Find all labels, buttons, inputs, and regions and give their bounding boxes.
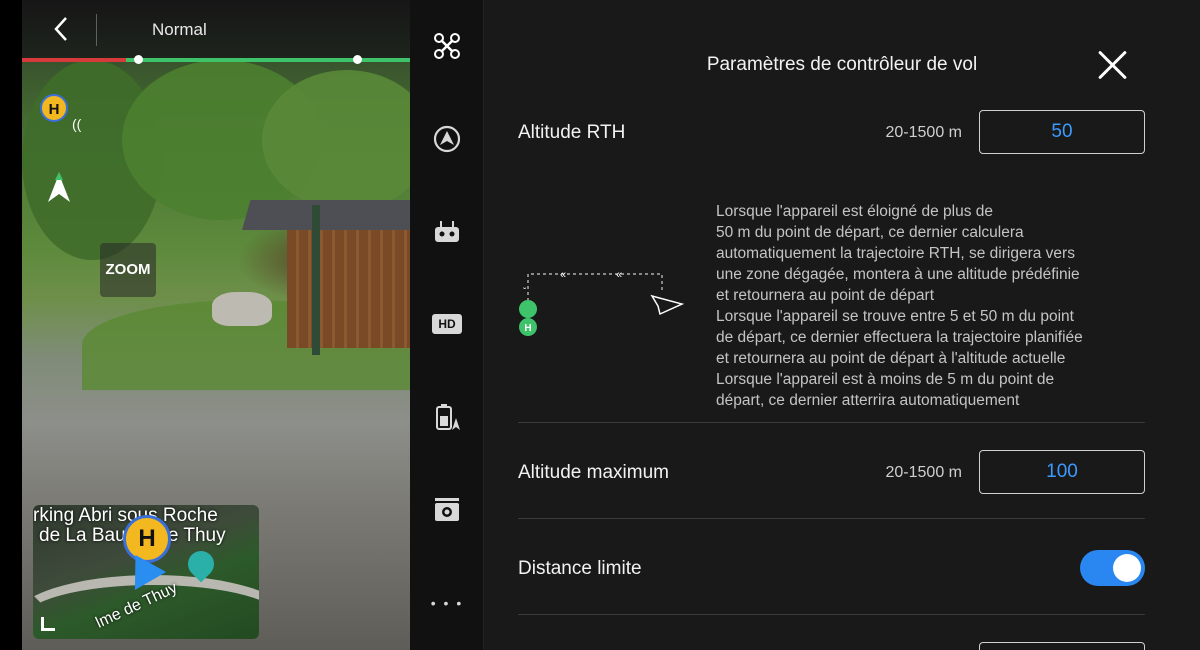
hut-roof bbox=[242, 200, 410, 230]
camera-top-bar bbox=[22, 0, 410, 60]
distance-limit-label: Distance limite bbox=[518, 558, 642, 579]
toolbar-hd-transmission[interactable]: HD bbox=[410, 299, 484, 349]
camera-settings-icon bbox=[435, 498, 459, 521]
section-divider bbox=[518, 422, 1145, 423]
next-setting-input[interactable] bbox=[979, 642, 1145, 650]
flight-controller-settings-panel: Paramètres de contrôleur de vol Altitude… bbox=[484, 0, 1200, 650]
svg-text:«: « bbox=[560, 269, 566, 281]
toolbar-remote-controller[interactable] bbox=[410, 207, 484, 257]
rth-description-line: départ, ce dernier atterrira automatique… bbox=[716, 392, 1020, 409]
minimap[interactable]: rking Abri sous Roche de La Baume de Thu… bbox=[33, 505, 259, 639]
toolbar-aircraft[interactable] bbox=[410, 21, 484, 71]
rock bbox=[212, 292, 272, 326]
chevron-left-icon bbox=[54, 17, 67, 41]
toolbar-battery[interactable] bbox=[410, 392, 484, 442]
signal-icon: (( bbox=[72, 116, 82, 132]
paper-plane-icon bbox=[650, 294, 685, 316]
rth-description-line: Lorsque l'appareil se trouve entre 5 et … bbox=[716, 308, 1074, 325]
max-altitude-input[interactable] bbox=[979, 450, 1145, 494]
aircraft-direction-icon bbox=[48, 172, 70, 202]
barrier-post bbox=[312, 205, 320, 355]
zoom-button[interactable]: ZOOM bbox=[100, 243, 156, 297]
toggle-knob bbox=[1113, 554, 1141, 582]
rth-description-line: 50 m du point de départ, ce dernier calc… bbox=[716, 224, 1024, 241]
back-button[interactable] bbox=[52, 14, 70, 44]
section-divider bbox=[518, 518, 1145, 519]
panel-title: Paramètres de contrôleur de vol bbox=[706, 54, 978, 75]
toolbar-obstacle-sensing[interactable] bbox=[410, 114, 484, 164]
expand-map-icon[interactable] bbox=[41, 617, 55, 631]
max-altitude-label: Altitude maximum bbox=[518, 462, 669, 483]
svg-text:ˇ: ˇ bbox=[523, 286, 527, 298]
rth-description-line: automatiquement la trajectoire RTH, se d… bbox=[716, 245, 1075, 262]
rth-altitude-label: Altitude RTH bbox=[518, 122, 626, 143]
close-button[interactable] bbox=[1096, 48, 1130, 82]
status-track-marker bbox=[353, 55, 362, 64]
rth-description-line: Lorsque l'appareil est à moins de 5 m du… bbox=[716, 371, 1055, 388]
hut-wall bbox=[287, 230, 410, 348]
rth-description-line: Lorsque l'appareil est éloigné de plus d… bbox=[716, 203, 993, 220]
rth-description-line: une zone dégagée, montera à une altitude… bbox=[716, 266, 1080, 283]
max-altitude-range: 20-1500 m bbox=[885, 464, 963, 481]
distance-limit-toggle[interactable] bbox=[1080, 550, 1145, 586]
obstacle-sensing-icon bbox=[433, 125, 461, 153]
rth-description-line: de départ, ce dernier effectuera la traj… bbox=[716, 329, 1083, 346]
top-bar-divider bbox=[96, 14, 97, 46]
settings-toolbar: HD • • • bbox=[410, 0, 484, 650]
rth-description-line: et retournera au point de départ à l'alt… bbox=[716, 350, 1066, 367]
toolbar-camera-settings[interactable] bbox=[410, 485, 484, 535]
wooden-hut bbox=[242, 200, 410, 350]
rth-diagram: « « ˇ H bbox=[519, 269, 685, 346]
minimap-place-label: rking Abri sous Roche bbox=[33, 505, 218, 526]
section-divider bbox=[518, 614, 1145, 615]
rth-description-line: et retournera au point de départ bbox=[716, 287, 935, 304]
status-track-marker bbox=[134, 55, 143, 64]
svg-text:«: « bbox=[616, 269, 622, 281]
status-track-warning bbox=[22, 58, 126, 62]
toolbar-more[interactable]: • • • bbox=[410, 578, 484, 628]
rth-altitude-input[interactable] bbox=[979, 110, 1145, 154]
remote-controller-icon bbox=[435, 221, 459, 242]
aircraft-icon bbox=[434, 33, 460, 59]
battery-icon bbox=[436, 404, 460, 430]
svg-text:H: H bbox=[524, 323, 531, 334]
rth-description: Lorsque l'appareil est éloigné de plus d… bbox=[716, 201, 1156, 411]
flight-mode-label[interactable]: Normal bbox=[152, 20, 207, 40]
rth-altitude-range: 20-1500 m bbox=[885, 124, 963, 141]
hd-transmission-icon: HD bbox=[432, 314, 462, 334]
more-icon: • • • bbox=[430, 595, 464, 611]
home-point-icon: H bbox=[40, 94, 68, 122]
